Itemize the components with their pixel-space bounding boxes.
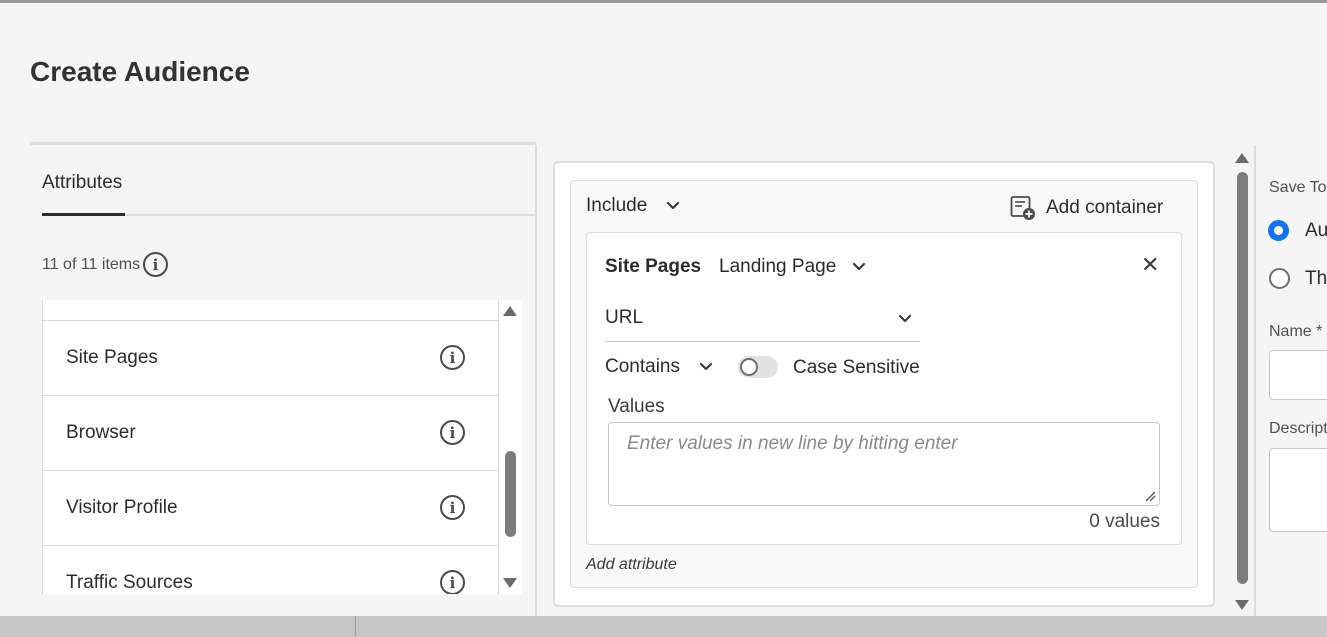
item-count: 11 of 11 items [42,256,141,273]
top-border [0,0,1327,3]
list-item-traffic-sources[interactable]: Traffic Sources i [43,546,498,594]
values-count: 0 values [1089,511,1160,532]
panel-divider [535,145,537,617]
chevron-down-icon[interactable] [699,360,713,374]
toggle-knob [740,358,758,376]
add-attribute-link[interactable]: Add attribute [586,556,677,574]
description-label: Descript [1269,420,1327,437]
page-title: Create Audience [30,56,250,87]
scroll-down-arrow-icon[interactable] [1235,600,1249,610]
field-underline [605,341,920,342]
bottom-bar [0,616,1327,637]
case-sensitive-toggle[interactable] [738,356,778,378]
info-icon[interactable]: i [440,420,465,445]
list-item-label: Visitor Profile [66,497,178,518]
scroll-up-arrow-icon[interactable] [503,306,517,316]
values-textarea[interactable] [608,422,1160,506]
values-label: Values [608,396,665,417]
description-field[interactable] [1269,448,1327,532]
add-container-button[interactable]: Add container [1010,195,1163,221]
list-item[interactable] [43,300,498,321]
include-dropdown[interactable]: Include [586,195,647,217]
list-item-label: Traffic Sources [66,572,193,593]
chevron-down-icon[interactable] [898,312,912,326]
list-item-browser[interactable]: Browser i [43,396,498,471]
info-icon[interactable]: i [440,570,465,594]
close-icon[interactable]: ✕ [1141,254,1159,276]
builder-scrollbar-thumb[interactable] [1237,172,1248,584]
list-item-label: Browser [66,422,136,443]
add-container-label: Add container [1046,197,1164,218]
scroll-up-arrow-icon[interactable] [1235,153,1249,163]
list-item-label: Site Pages [66,347,158,368]
attribute-list-inner: Site Pages i Browser i Visitor Profile i… [42,300,499,594]
tab-attributes[interactable]: Attributes [42,172,122,194]
resize-handle-icon[interactable] [1144,490,1156,502]
bottom-bar-divider [355,616,356,637]
title-divider [30,142,536,145]
operator-dropdown[interactable]: Contains [605,356,680,378]
radio-option-2-label: Th [1305,268,1327,289]
list-item-site-pages[interactable]: Site Pages i [43,321,498,396]
radio-option-1[interactable] [1268,220,1289,241]
chevron-down-icon[interactable] [852,260,866,274]
scroll-down-arrow-icon[interactable] [503,578,517,588]
save-to-label: Save To [1269,179,1327,196]
attribute-dropdown[interactable]: Landing Page [719,256,836,278]
radio-option-1-label: Au [1305,220,1327,241]
field-dropdown[interactable]: URL [605,307,643,329]
info-icon[interactable]: i [143,252,168,277]
list-item-visitor-profile[interactable]: Visitor Profile i [43,471,498,546]
chevron-down-icon[interactable] [666,199,680,213]
attribute-list: Site Pages i Browser i Visitor Profile i… [42,300,522,594]
panel-divider [1254,145,1256,617]
case-sensitive-label: Case Sensitive [793,357,920,378]
info-icon[interactable]: i [440,345,465,370]
name-label: Name * [1269,323,1323,340]
name-field[interactable] [1269,350,1327,400]
radio-option-2[interactable] [1269,268,1290,289]
rule-category: Site Pages [605,256,702,277]
tab-active-indicator [42,213,125,216]
info-icon[interactable]: i [440,495,465,520]
add-container-icon [1010,196,1035,220]
list-scrollbar-thumb[interactable] [505,451,516,537]
